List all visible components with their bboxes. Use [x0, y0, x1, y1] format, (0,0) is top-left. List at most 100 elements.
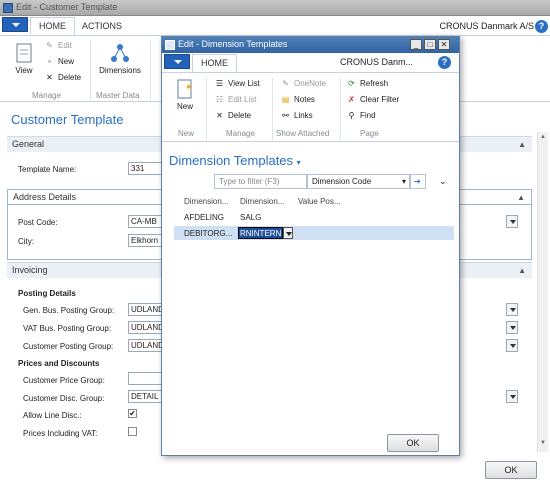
row1-dimension-value[interactable]: SALG: [240, 213, 261, 222]
edit-list-button[interactable]: ☷ Edit List: [214, 94, 257, 106]
dialog-delete-label: Delete: [228, 111, 252, 120]
dimension-templates-dialog: Edit - Dimension Templates _ □ ✕ HOME CR…: [161, 36, 460, 456]
scroll-up-icon[interactable]: ▲: [540, 134, 547, 140]
dialog-page-group-label: Page: [360, 129, 379, 138]
filter-input[interactable]: Type to filter (F3): [214, 174, 307, 189]
close-icon[interactable]: ✕: [438, 39, 450, 50]
main-ok-button[interactable]: OK: [485, 461, 537, 479]
gen-bus-dropdown[interactable]: [506, 303, 518, 316]
find-button[interactable]: ⚲ Find: [346, 110, 376, 122]
main-titlebar: Edit - Customer Template: [0, 0, 550, 16]
onenote-icon: ✎: [282, 79, 289, 88]
dialog-ok-button[interactable]: OK: [387, 434, 439, 452]
vat-bus-label: VAT Bus. Posting Group:: [23, 324, 112, 333]
filter-field-select[interactable]: Dimension Code ▾: [307, 174, 410, 189]
view-label: View: [15, 66, 33, 75]
chevron-up-icon: ▲: [518, 266, 526, 275]
fasttab-invoicing-label: Invoicing: [12, 265, 48, 275]
links-label: Links: [294, 111, 313, 120]
prices-incl-vat-label: Prices Including VAT:: [23, 429, 98, 438]
svg-text:✶: ✶: [185, 83, 193, 93]
tab-home[interactable]: HOME: [30, 17, 75, 35]
links-button[interactable]: ⚯ Links: [280, 110, 313, 122]
clear-filter-button[interactable]: ✗ Clear Filter: [346, 94, 399, 106]
expand-filter-icon[interactable]: ⌄: [439, 176, 447, 187]
dialog-app-menu-button[interactable]: [164, 54, 190, 69]
delete-icon: ✕: [216, 111, 223, 120]
new-document-icon: ✶: [177, 79, 193, 99]
delete-icon: ✕: [46, 73, 53, 82]
vat-bus-dropdown[interactable]: [506, 321, 518, 334]
main-scrollbar[interactable]: ▲ ▼: [537, 132, 548, 452]
new-button[interactable]: ▫ New: [44, 56, 74, 68]
dialog-new-label: New: [176, 102, 193, 111]
edit-button[interactable]: ✎ Edit: [44, 40, 72, 52]
column-header-dimension-value[interactable]: Dimension...: [240, 197, 284, 206]
maximize-icon[interactable]: □: [424, 39, 436, 50]
row2-value-dropdown[interactable]: [283, 227, 293, 239]
customer-disc-dropdown[interactable]: [506, 390, 518, 403]
dialog-ribbon: ✶ New New ☰ View List ☷ Edit List ✕ Delete …: [162, 74, 459, 142]
delete-button[interactable]: ✕ Delete: [44, 72, 81, 84]
clear-filter-icon: ✗: [348, 95, 355, 104]
dialog-help-icon[interactable]: ?: [438, 56, 451, 69]
refresh-label: Refresh: [360, 79, 389, 88]
column-header-value-posting[interactable]: Value Pos...: [298, 197, 341, 206]
refresh-button[interactable]: ⟳ Refresh: [346, 78, 388, 90]
posting-details-heading: Posting Details: [18, 289, 76, 298]
chevron-down-icon[interactable]: ▾: [297, 158, 301, 167]
main-window-title: Edit - Customer Template: [16, 2, 118, 12]
chevron-down-icon: ▾: [401, 177, 406, 186]
notes-button[interactable]: ▤ Notes: [280, 94, 315, 106]
apply-filter-icon[interactable]: ➔: [410, 174, 426, 189]
gen-bus-label: Gen. Bus. Posting Group:: [23, 306, 115, 315]
row1-dimension-code[interactable]: AFDELING: [184, 213, 224, 222]
view-list-label: View List: [228, 79, 260, 88]
dialog-tab-home[interactable]: HOME: [192, 54, 237, 72]
company-name: CRONUS Danmark A/S: [439, 21, 534, 31]
dialog-app-icon: [165, 40, 175, 50]
fasttab-address-label: Address Details: [13, 192, 77, 202]
minimize-icon[interactable]: _: [410, 39, 422, 50]
dimensions-button[interactable]: Dimensions: [96, 42, 144, 75]
filter-field-value: Dimension Code: [312, 177, 372, 186]
post-code-label: Post Code:: [18, 218, 58, 227]
city-label: City:: [18, 237, 34, 246]
manage-group-label: Manage: [32, 91, 61, 100]
allow-line-disc-label: Allow Line Disc.:: [23, 411, 82, 420]
ribbon-separator: [272, 78, 273, 140]
dialog-new-button[interactable]: ✶ New: [170, 78, 200, 111]
customer-disc-group-label: Customer Disc. Group:: [23, 394, 105, 403]
delete-label: Delete: [58, 73, 82, 82]
pencil-icon: ✎: [46, 41, 53, 50]
tab-actions[interactable]: ACTIONS: [82, 21, 122, 31]
row2-dimension-value-input[interactable]: RNINTERN: [238, 227, 284, 239]
find-label: Find: [360, 111, 376, 120]
post-code-dropdown[interactable]: [506, 215, 518, 228]
chevron-down-icon: [12, 23, 20, 27]
view-button[interactable]: View: [8, 42, 40, 75]
column-header-dimension-code[interactable]: Dimension...: [184, 197, 228, 206]
links-icon: ⚯: [282, 111, 289, 120]
ribbon-separator: [150, 40, 151, 100]
view-icon: [16, 43, 32, 63]
customer-price-group-label: Customer Price Group:: [23, 376, 105, 385]
chevron-down-icon: [286, 232, 292, 236]
onenote-button[interactable]: ✎ OneNote: [280, 78, 326, 90]
notes-label: Notes: [294, 95, 315, 104]
onenote-label: OneNote: [294, 79, 327, 88]
dialog-attached-group-label: Show Attached: [276, 129, 330, 138]
row2-dimension-code[interactable]: DEBITORG...: [184, 229, 232, 238]
help-icon[interactable]: ?: [535, 20, 548, 33]
scroll-down-icon[interactable]: ▼: [540, 440, 547, 446]
template-name-label: Template Name:: [18, 165, 77, 174]
customer-posting-dropdown[interactable]: [506, 339, 518, 352]
list-icon: ☰: [215, 79, 224, 88]
customer-posting-label: Customer Posting Group:: [23, 342, 114, 351]
allow-line-disc-checkbox[interactable]: ✔: [128, 409, 137, 418]
prices-incl-vat-checkbox[interactable]: [128, 427, 137, 436]
prices-discounts-heading: Prices and Discounts: [18, 359, 100, 368]
view-list-button[interactable]: ☰ View List: [214, 78, 260, 90]
dialog-delete-button[interactable]: ✕ Delete: [214, 110, 251, 122]
app-menu-button[interactable]: [2, 17, 28, 32]
